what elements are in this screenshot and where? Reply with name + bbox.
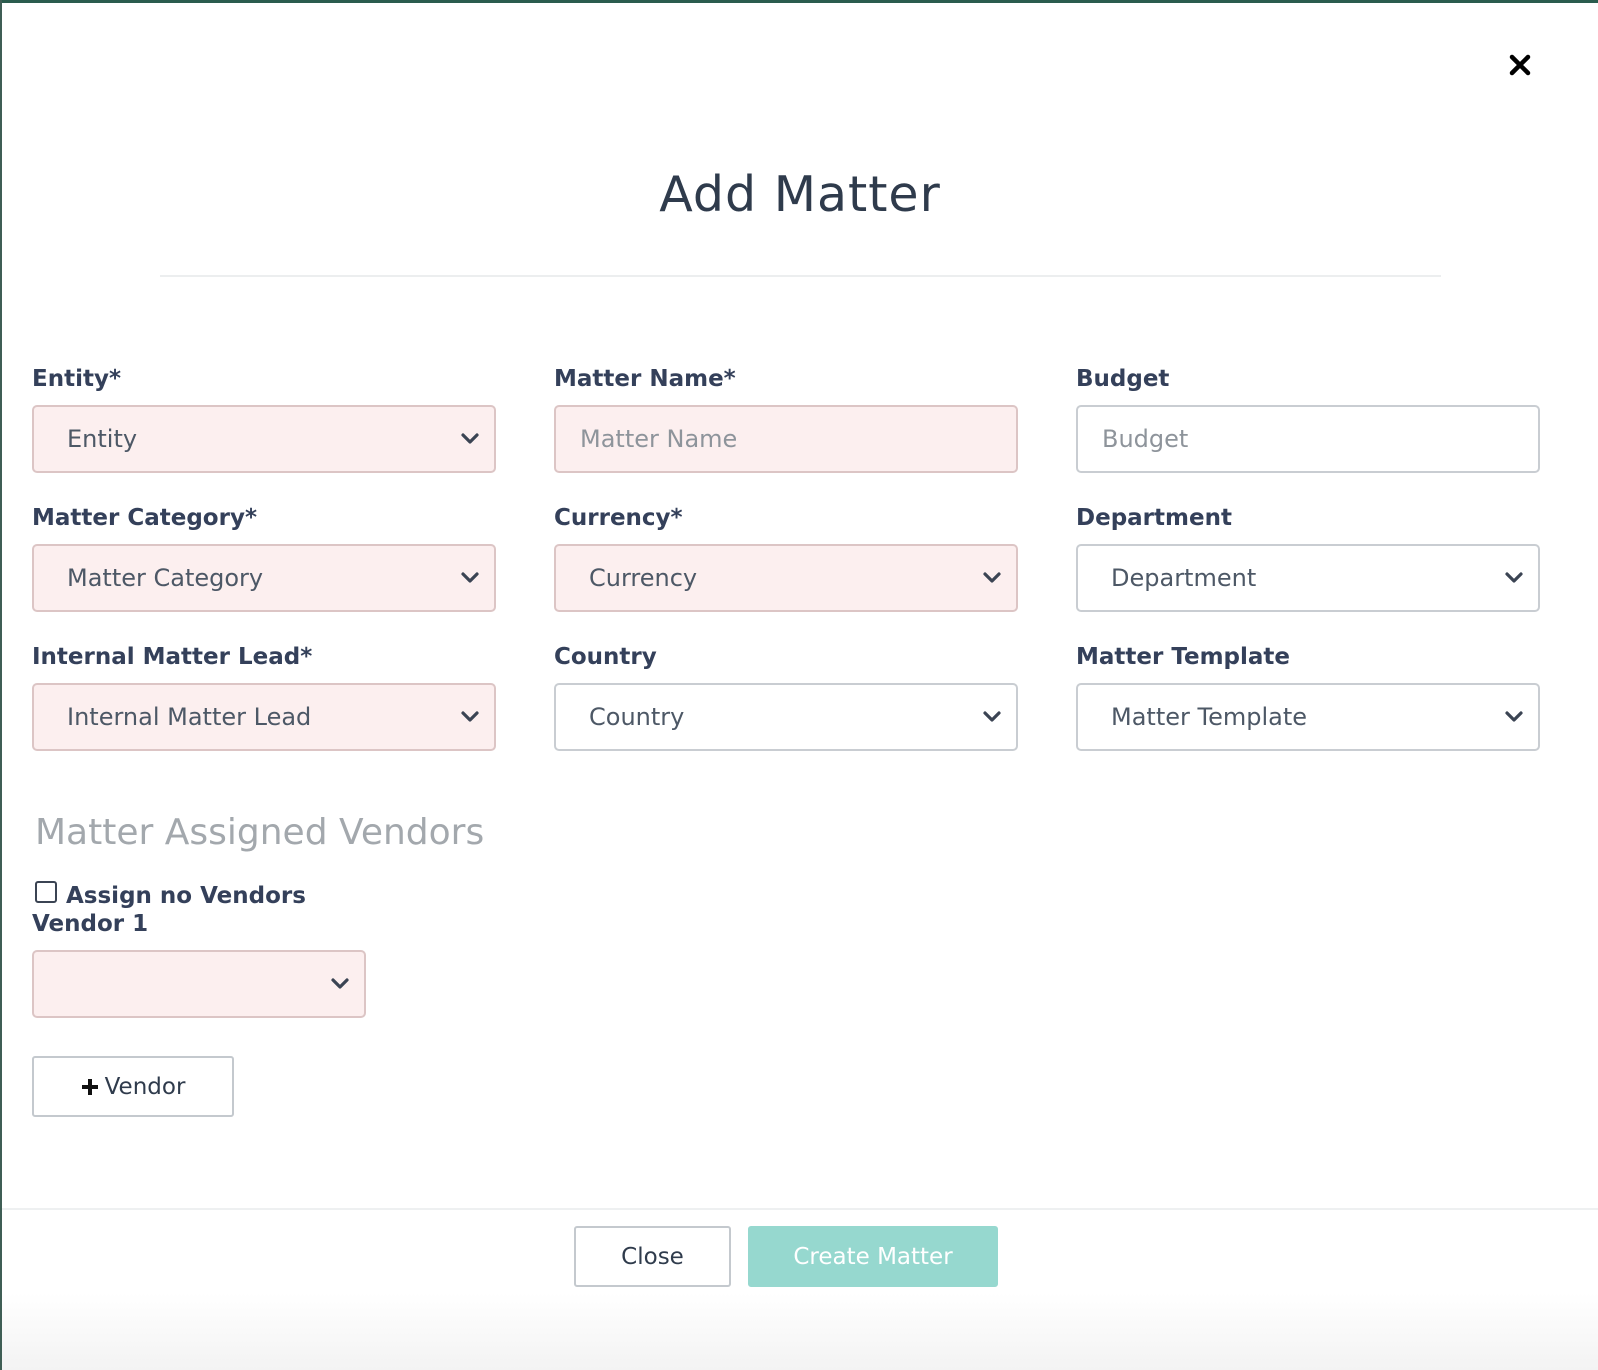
vendor-1-label: Vendor 1 — [32, 911, 149, 937]
matter-category-select[interactable]: Matter Category — [32, 544, 496, 612]
budget-label: Budget — [1076, 366, 1170, 392]
country-select-value: Country — [589, 703, 685, 731]
department-select-value: Department — [1111, 564, 1257, 592]
budget-input[interactable]: Budget — [1076, 405, 1540, 473]
assign-no-vendors-checkbox[interactable] — [35, 881, 57, 903]
matter-name-placeholder: Matter Name — [580, 425, 738, 453]
matter-name-label: Matter Name* — [554, 366, 736, 392]
chevron-down-icon — [1505, 572, 1523, 583]
vendor-1-select[interactable] — [32, 950, 366, 1018]
add-vendor-button[interactable]: Vendor — [32, 1056, 234, 1117]
chevron-down-icon — [983, 572, 1001, 583]
department-label: Department — [1076, 505, 1232, 531]
footer-divider — [2, 1208, 1598, 1210]
country-label: Country — [554, 644, 657, 670]
close-icon[interactable] — [1509, 54, 1531, 76]
plus-icon — [81, 1078, 99, 1096]
matter-category-select-value: Matter Category — [67, 564, 264, 592]
add-matter-modal: Add Matter Entity* Entity Matter Name* M… — [2, 3, 1598, 1370]
add-vendor-label: Vendor — [104, 1073, 186, 1100]
matter-name-input[interactable]: Matter Name — [554, 405, 1018, 473]
chevron-down-icon — [983, 711, 1001, 722]
matter-template-select-value: Matter Template — [1111, 703, 1308, 731]
entity-select-value: Entity — [67, 425, 138, 453]
chevron-down-icon — [461, 572, 479, 583]
matter-category-label: Matter Category* — [32, 505, 257, 531]
internal-matter-lead-select[interactable]: Internal Matter Lead — [32, 683, 496, 751]
vendors-section-heading: Matter Assigned Vendors — [35, 812, 485, 853]
internal-matter-lead-select-value: Internal Matter Lead — [67, 703, 312, 731]
modal-title: Add Matter — [659, 166, 941, 223]
currency-select[interactable]: Currency — [554, 544, 1018, 612]
currency-label: Currency* — [554, 505, 683, 531]
country-select[interactable]: Country — [554, 683, 1018, 751]
bottom-shadow — [2, 1293, 1598, 1370]
matter-template-label: Matter Template — [1076, 644, 1291, 670]
currency-select-value: Currency — [589, 564, 698, 592]
assign-no-vendors-label[interactable]: Assign no Vendors — [66, 883, 306, 909]
chevron-down-icon — [461, 433, 479, 444]
chevron-down-icon — [461, 711, 479, 722]
close-modal-button[interactable] — [1502, 47, 1538, 83]
create-matter-button[interactable]: Create Matter — [748, 1226, 998, 1287]
page: Add Matter Entity* Entity Matter Name* M… — [0, 0, 1598, 1370]
entity-select[interactable]: Entity — [32, 405, 496, 473]
matter-template-select[interactable]: Matter Template — [1076, 683, 1540, 751]
budget-placeholder: Budget — [1102, 425, 1189, 453]
department-select[interactable]: Department — [1076, 544, 1540, 612]
close-button[interactable]: Close — [574, 1226, 731, 1287]
close-button-label: Close — [621, 1243, 684, 1270]
chevron-down-icon — [331, 978, 349, 989]
chevron-down-icon — [1505, 711, 1523, 722]
entity-label: Entity* — [32, 366, 121, 392]
create-matter-button-label: Create Matter — [793, 1243, 953, 1270]
internal-matter-lead-label: Internal Matter Lead* — [32, 644, 313, 670]
title-divider — [160, 275, 1441, 277]
